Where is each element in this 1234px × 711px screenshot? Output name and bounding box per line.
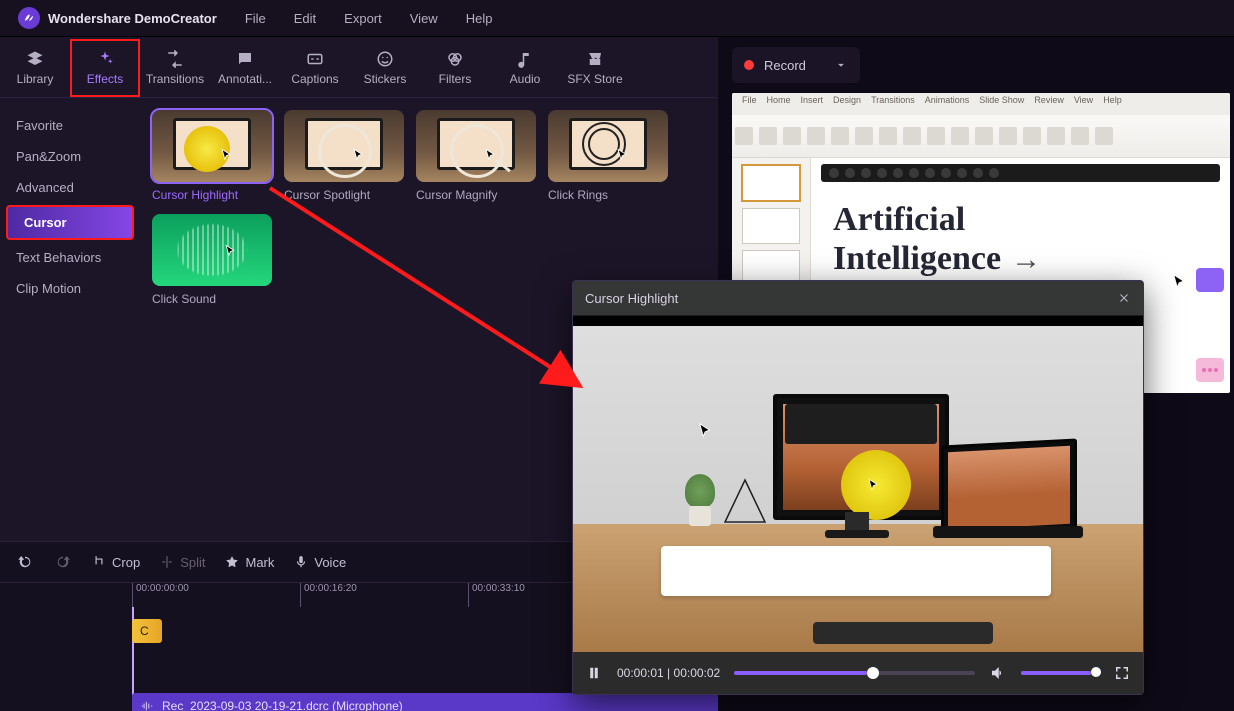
- store-icon: [586, 50, 604, 68]
- laptop-graphic: [941, 438, 1077, 537]
- sidebar-item-panzoom[interactable]: Pan&Zoom: [0, 141, 140, 172]
- ppt-ribbon: FileHomeInsertDesignTransitionsAnimation…: [732, 93, 1230, 158]
- redo-icon[interactable]: [54, 553, 72, 571]
- tab-captions[interactable]: Captions: [280, 39, 350, 97]
- sidebar-item-clip-motion[interactable]: Clip Motion: [0, 273, 140, 304]
- split-button[interactable]: Split: [160, 555, 205, 570]
- waveform-icon: [140, 699, 154, 711]
- pause-icon[interactable]: [585, 664, 603, 682]
- record-button[interactable]: Record: [732, 47, 860, 83]
- effect-label: Cursor Highlight: [152, 188, 272, 202]
- effect-label: Cursor Magnify: [416, 188, 536, 202]
- mic-icon: [294, 555, 308, 569]
- monitor-graphic: [773, 394, 949, 520]
- audio-clip[interactable]: Rec_2023-09-03 20-19-21.dcrc (Microphone…: [132, 693, 718, 711]
- preview-controls: 00:00:01 | 00:00:02: [573, 652, 1143, 694]
- tab-filters[interactable]: Filters: [420, 39, 490, 97]
- mark-button[interactable]: Mark: [225, 555, 274, 570]
- cursor-icon: [616, 148, 630, 162]
- popup-title: Cursor Highlight: [585, 291, 678, 306]
- tab-audio[interactable]: Audio: [490, 39, 560, 97]
- track-marker[interactable]: C: [132, 619, 162, 643]
- voice-button[interactable]: Voice: [294, 555, 346, 570]
- clip-name: Rec_2023-09-03 20-19-21.dcrc (Microphone…: [162, 699, 403, 711]
- chevron-down-icon: [834, 58, 848, 72]
- crop-icon: [92, 555, 106, 569]
- annotation-icon: [236, 50, 254, 68]
- side-comment-icon[interactable]: [1196, 268, 1224, 292]
- undo-icon[interactable]: [16, 553, 34, 571]
- effect-cursor-magnify[interactable]: Cursor Magnify: [416, 110, 536, 202]
- effect-preview-popup: Cursor Highlight 00:00:01 | 00:00:02: [572, 280, 1144, 695]
- arrow-right-icon: →: [1011, 243, 1041, 278]
- captions-icon: [306, 50, 324, 68]
- fullscreen-icon[interactable]: [1113, 664, 1131, 682]
- cursor-icon: [867, 478, 881, 492]
- cursor-icon: [352, 148, 366, 162]
- pointer-icon: [1171, 273, 1189, 291]
- effect-cursor-highlight[interactable]: Cursor Highlight: [152, 110, 272, 202]
- plant-graphic: [683, 466, 717, 526]
- menu-view[interactable]: View: [410, 11, 438, 26]
- effect-cursor-spotlight[interactable]: Cursor Spotlight: [284, 110, 404, 202]
- sidebar-item-text-behaviors[interactable]: Text Behaviors: [0, 242, 140, 273]
- filters-icon: [446, 50, 464, 68]
- app-logo-icon: [18, 7, 40, 29]
- tool-tabs: Library Effects Transitions Annotati... …: [0, 37, 718, 98]
- effects-category-sidebar: Favorite Pan&Zoom Advanced Cursor Text B…: [0, 98, 140, 541]
- preview-video[interactable]: [573, 316, 1143, 652]
- tab-library[interactable]: Library: [0, 39, 70, 97]
- sidebar-item-favorite[interactable]: Favorite: [0, 110, 140, 141]
- cursor-icon: [484, 148, 498, 162]
- effect-click-sound[interactable]: Click Sound: [152, 214, 272, 306]
- sidebar-item-advanced[interactable]: Advanced: [0, 172, 140, 203]
- cursor-icon: [224, 244, 238, 258]
- progress-slider[interactable]: [734, 671, 975, 675]
- record-dot-icon: [744, 60, 754, 70]
- menu-help[interactable]: Help: [466, 11, 493, 26]
- effect-label: Click Rings: [548, 188, 668, 202]
- app-title: Wondershare DemoCreator: [48, 11, 217, 26]
- split-icon: [160, 555, 174, 569]
- app-menubar: Wondershare DemoCreator File Edit Export…: [0, 0, 1234, 37]
- sidebar-item-cursor[interactable]: Cursor: [6, 205, 134, 240]
- tab-transitions[interactable]: Transitions: [140, 39, 210, 97]
- side-chat-icon[interactable]: [1196, 358, 1224, 382]
- keyboard-graphic: [813, 622, 993, 644]
- record-label: Record: [764, 58, 806, 73]
- tab-annotations[interactable]: Annotati...: [210, 39, 280, 97]
- menu-export[interactable]: Export: [344, 11, 382, 26]
- app-logo: Wondershare DemoCreator: [18, 7, 217, 29]
- effect-label: Cursor Spotlight: [284, 188, 404, 202]
- mark-icon: [225, 555, 239, 569]
- effect-click-rings[interactable]: Click Rings: [548, 110, 668, 202]
- sparkle-icon: [96, 50, 114, 68]
- tab-effects[interactable]: Effects: [70, 39, 140, 97]
- effect-label: Click Sound: [152, 292, 272, 306]
- preview-time: 00:00:01 | 00:00:02: [617, 666, 720, 680]
- deco-graphic: [723, 478, 767, 526]
- pointer-icon: [697, 422, 715, 440]
- audio-icon: [516, 50, 534, 68]
- close-icon[interactable]: [1117, 291, 1131, 305]
- menu-file[interactable]: File: [245, 11, 266, 26]
- transitions-icon: [166, 50, 184, 68]
- volume-icon[interactable]: [989, 664, 1007, 682]
- menu-edit[interactable]: Edit: [294, 11, 316, 26]
- smile-icon: [376, 50, 394, 68]
- tab-stickers[interactable]: Stickers: [350, 39, 420, 97]
- stack-icon: [26, 50, 44, 68]
- cursor-icon: [220, 148, 234, 162]
- volume-slider[interactable]: [1021, 671, 1099, 675]
- tab-sfx-store[interactable]: SFX Store: [560, 39, 630, 97]
- crop-button[interactable]: Crop: [92, 555, 140, 570]
